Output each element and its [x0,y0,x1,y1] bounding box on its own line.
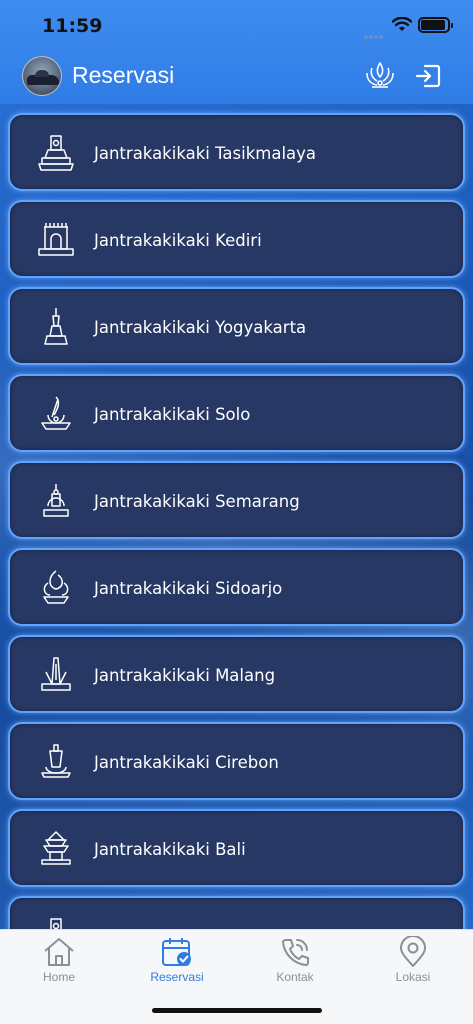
location-label: Jantrakakikaki Bali [94,840,246,859]
location-card[interactable]: Jantrakakikaki Solo [8,374,465,452]
cirebon-monument-icon [41,744,71,778]
crown-icon[interactable] [363,59,397,93]
location-label: Jantrakakikaki Malang [94,666,276,685]
sidoarjo-monument-icon [43,570,69,604]
location-card[interactable]: Jantrakakikaki Yogyakarta [8,287,465,365]
tab-lokasi[interactable]: Lokasi [354,936,472,996]
solo-monument-icon [41,396,71,430]
bali-temple-icon [41,831,71,865]
calendar-check-icon [162,938,191,966]
location-label: Jantrakakikaki Tasikmalaya [94,144,317,163]
location-card[interactable]: Jantrakakikaki Bali [8,809,465,887]
battery-icon [418,17,453,33]
location-label: Jantrakakikaki Kediri [94,231,262,250]
tab-reservasi[interactable]: Reservasi [118,936,236,996]
malang-monument-icon [41,657,71,691]
location-pin-icon [400,936,426,967]
status-time: 11:59 [42,15,103,37]
avatar[interactable] [22,56,62,96]
status-bar: 11:59 [0,0,473,52]
semarang-monument-icon [43,484,69,517]
kediri-gate-icon [38,223,74,256]
tasikmalaya-monument-icon [38,135,74,171]
tab-kontak[interactable]: Kontak [236,936,354,996]
tab-lokasi-label: Lokasi [395,970,431,984]
location-card[interactable]: Jantrakakikaki Kediri [8,200,465,278]
home-indicator [152,1008,322,1013]
location-list[interactable]: Jantrakakikaki Tasikmalaya Jantrakakikaki… [0,104,473,930]
location-label: Jantrakakikaki Solo [94,405,251,424]
location-label: Jantrakakikaki Semarang [94,492,300,511]
signal-icon [364,26,386,39]
logout-icon[interactable] [414,62,442,90]
location-card[interactable]: Jantrakakikaki Semarang [8,461,465,539]
tasikmalaya-monument-icon [50,918,62,930]
location-card[interactable]: Jantrakakikaki Sidoarjo [8,548,465,626]
location-card[interactable]: Jantrakakikaki Tasikmalaya [8,896,465,930]
tab-reservasi-label: Reservasi [150,970,204,984]
location-card[interactable]: Jantrakakikaki Tasikmalaya [8,113,465,191]
tab-home[interactable]: Home [0,936,118,996]
page-title: Reservasi [72,62,175,88]
tab-home-label: Home [42,970,75,984]
tugu-yogyakarta-icon [44,308,68,345]
phone-icon [282,939,309,966]
location-label: Jantrakakikaki Sidoarjo [94,579,283,598]
location-label: Jantrakakikaki Cirebon [94,753,279,772]
location-card[interactable]: Jantrakakikaki Malang [8,635,465,713]
location-card[interactable]: Jantrakakikaki Cirebon [8,722,465,800]
home-icon [44,938,74,966]
wifi-icon [392,17,412,31]
location-label: Jantrakakikaki Yogyakarta [94,318,307,337]
tab-kontak-label: Kontak [276,970,314,984]
app-header: 11:59 Reservasi [0,0,473,104]
